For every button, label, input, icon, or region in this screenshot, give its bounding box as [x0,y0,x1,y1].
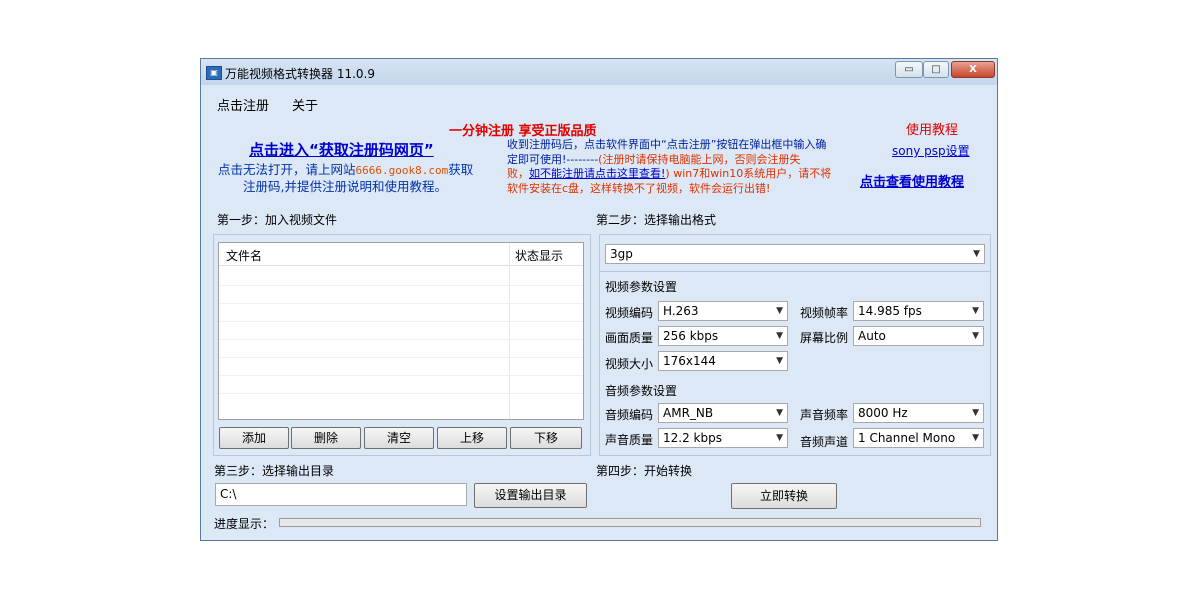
row-divider [219,285,583,286]
aspect-select[interactable]: Auto ▼ [853,326,984,346]
move-up-button[interactable]: 上移 [437,427,507,449]
channels-value: 1 Channel Mono [858,431,956,445]
cannot-open-text-3: 注册码,并提供注册说明和使用教程。 [243,179,447,194]
close-button[interactable]: X [951,61,995,78]
app-icon: ▣ [206,66,222,80]
quality-select[interactable]: 256 kbps ▼ [658,326,788,346]
video-section-label: 视频参数设置 [605,280,678,294]
chevron-down-icon: ▼ [776,356,783,366]
chevron-down-icon: ▼ [972,331,979,341]
frame-rate-value: 14.985 fps [858,304,922,318]
frame-rate-label: 视频帧率 [800,306,849,320]
row-divider [219,393,583,394]
instr-line-1: 收到注册码后，点击软件界面中“点击注册”按钮在弹出框中输入确 [507,138,827,151]
instr-line-2b: (注册时请保持电脑能上网，否则会注册失 [598,152,801,166]
audio-section-label: 音频参数设置 [605,384,678,398]
chevron-down-icon: ▼ [972,306,979,316]
site-instructions: 点击无法打开，请上网站6666.gook8.com获取 注册码,并提供注册说明和… [218,162,508,195]
quality-value: 256 kbps [663,329,719,343]
chevron-down-icon: ▼ [776,306,783,316]
instr-line-3c: ) win7和win10系统用户，请不将 [665,167,832,180]
row-divider [219,303,583,304]
channels-label: 音频声道 [800,435,849,449]
format-select[interactable]: 3gp ▼ [605,244,985,264]
progress-label: 进度显示： [214,517,275,531]
quality-label: 画面质量 [605,331,654,345]
set-output-dir-button[interactable]: 设置输出目录 [474,483,587,508]
site-url: 6666.gook8.com [355,164,449,177]
instr-line-4: 软件安装在c盘，这样转换不了视频，软件会运行出错! [507,181,771,195]
promo-headline: 一分钟注册 享受正版品质 [449,124,597,139]
divider [599,271,991,272]
size-label: 视频大小 [605,357,654,371]
convert-button[interactable]: 立即转换 [731,483,837,509]
chevron-down-icon: ▼ [776,433,783,443]
add-button[interactable]: 添加 [219,427,289,449]
cannot-open-text-2: 获取 [448,162,474,177]
aspect-label: 屏幕比例 [800,331,849,345]
cannot-open-text: 点击无法打开，请上网站 [218,162,356,177]
step4-label: 第四步：开始转换 [596,464,693,478]
title-bar: ▣ 万能视频格式转换器 11.0.9 ▭ □ X [201,59,997,85]
row-divider [219,375,583,376]
help-link[interactable]: 如不能注册请点击这里查看! [529,167,665,180]
size-value: 176x144 [663,354,716,368]
output-dir-input[interactable]: C:\ [215,483,467,506]
instr-line-2a: 定即可使用!-------- [507,152,599,166]
step1-label: 第一步：加入视频文件 [217,213,338,227]
column-status[interactable]: 状态显示 [515,247,563,264]
menu-register[interactable]: 点击注册 [217,95,269,114]
file-table[interactable]: 文件名 状态显示 [218,242,584,420]
chevron-down-icon: ▼ [972,408,979,418]
maximize-button[interactable]: □ [923,61,949,78]
video-codec-label: 视频编码 [605,306,654,320]
audio-codec-label: 音频编码 [605,408,654,422]
delete-button[interactable]: 删除 [291,427,361,449]
audio-quality-select[interactable]: 12.2 kbps ▼ [658,428,788,448]
video-codec-value: H.263 [663,304,699,318]
aspect-value: Auto [858,329,886,343]
audio-quality-label: 声音质量 [605,433,654,447]
audio-codec-select[interactable]: AMR_NB ▼ [658,403,788,423]
chevron-down-icon: ▼ [776,408,783,418]
step3-label: 第三步：选择输出目录 [214,464,335,478]
sony-psp-link[interactable]: sony psp设置 [892,142,970,159]
main-window: ▣ 万能视频格式转换器 11.0.9 ▭ □ X 点击注册 关于 一分钟注册 享… [200,58,998,541]
audio-quality-value: 12.2 kbps [663,431,722,445]
chevron-down-icon: ▼ [972,433,979,443]
chevron-down-icon: ▼ [776,331,783,341]
sample-rate-select[interactable]: 8000 Hz ▼ [853,403,984,423]
row-divider [219,339,583,340]
format-value: 3gp [610,247,633,261]
column-filename[interactable]: 文件名 [226,247,262,264]
channels-select[interactable]: 1 Channel Mono ▼ [853,428,984,448]
sample-rate-value: 8000 Hz [858,406,908,420]
instr-line-3a: 败， [507,167,529,180]
sample-rate-label: 声音频率 [800,408,849,422]
size-select[interactable]: 176x144 ▼ [658,351,788,371]
frame-rate-select[interactable]: 14.985 fps ▼ [853,301,984,321]
row-divider [219,357,583,358]
audio-codec-value: AMR_NB [663,406,714,420]
clear-button[interactable]: 清空 [364,427,434,449]
chevron-down-icon: ▼ [973,249,980,259]
window-title: 万能视频格式转换器 11.0.9 [225,67,375,81]
progress-bar [279,518,981,527]
register-instructions: 收到注册码后，点击软件界面中“点击注册”按钮在弹出框中输入确 定即可使用!---… [507,138,863,196]
get-code-link[interactable]: 点击进入“获取注册码网页” [249,139,434,160]
tutorial-label: 使用教程 [906,123,959,138]
minimize-button[interactable]: ▭ [895,61,923,78]
table-header: 文件名 状态显示 [219,243,583,266]
move-down-button[interactable]: 下移 [510,427,582,449]
menu-about[interactable]: 关于 [292,95,318,114]
step2-label: 第二步：选择输出格式 [596,213,717,227]
view-tutorial-link[interactable]: 点击查看使用教程 [860,171,964,190]
row-divider [219,321,583,322]
video-codec-select[interactable]: H.263 ▼ [658,301,788,321]
